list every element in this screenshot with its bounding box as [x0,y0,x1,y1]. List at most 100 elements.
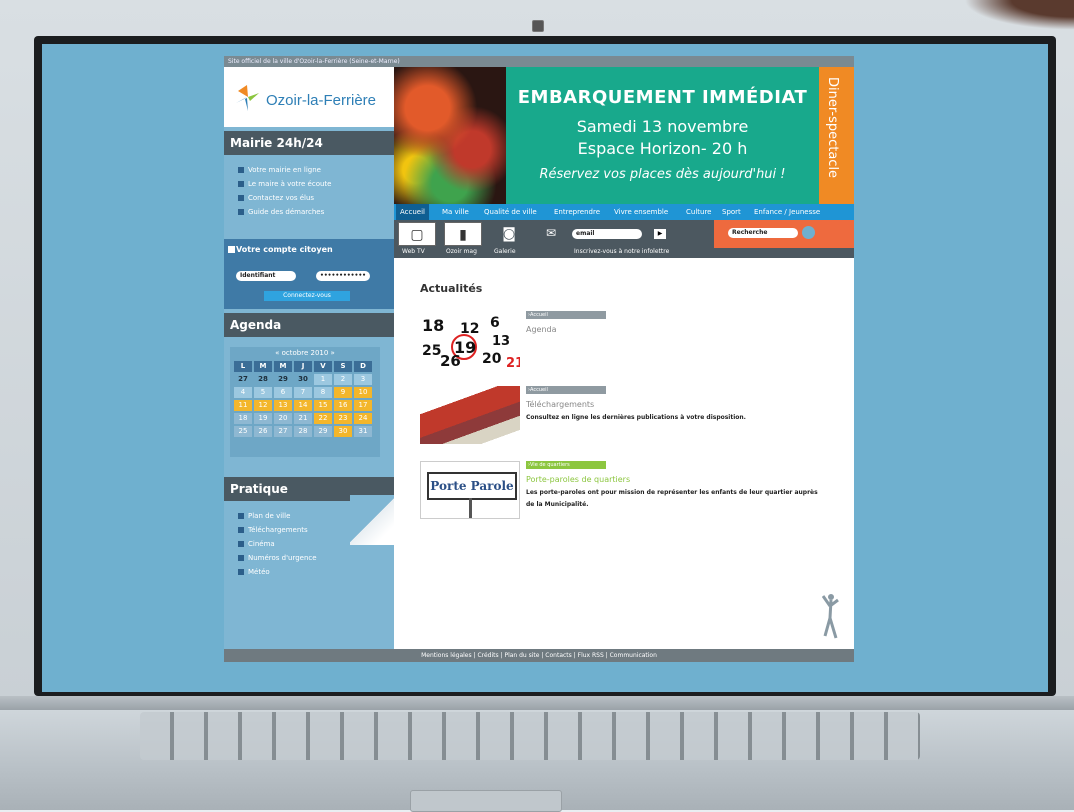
tv-icon[interactable]: ▢ [398,222,436,246]
calendar-day[interactable]: 28 [294,426,312,437]
pratique-link[interactable]: Météo [238,565,317,579]
logo-text: Ozoir-la-Ferrière [266,92,377,109]
calendar-day[interactable]: 12 [254,400,272,411]
nav-item-ma-ville[interactable]: Ma ville [442,204,469,220]
calendar-day[interactable]: 24 [354,413,372,424]
calendar-header: M [274,361,292,372]
gallery-label[interactable]: Galerie [494,248,516,255]
svg-text:6: 6 [490,315,500,331]
camera-icon [532,20,544,32]
calendar-day[interactable]: 16 [334,400,352,411]
pratique-link[interactable]: Cinéma [238,537,317,551]
calendar-day[interactable]: 11 [234,400,252,411]
calendar-day[interactable]: 30 [334,426,352,437]
calendar-day[interactable]: 13 [274,400,292,411]
calendar-header: L [234,361,252,372]
calendar-day[interactable]: 20 [274,413,292,424]
webtv-label[interactable]: Web TV [402,248,425,255]
newsletter-submit-icon[interactable]: ▶ [654,229,666,239]
nav-item-culture[interactable]: Culture [686,204,711,220]
calendar-day[interactable]: 29 [314,426,332,437]
calendar-day: 27 [238,375,248,383]
mairie-link[interactable]: Votre mairie en ligne [238,163,331,177]
calendar-day[interactable]: 26 [254,426,272,437]
calendar-day[interactable]: 2 [334,374,352,385]
pratique-links: Plan de ville Téléchargements Cinéma Num… [238,509,317,579]
calendar-day[interactable]: 23 [334,413,352,424]
nav-item-enfance[interactable]: Enfance / Jeunesse [754,204,820,220]
svg-text:13: 13 [492,334,510,349]
mairie-link[interactable]: Contactez vos élus [238,191,331,205]
news-title[interactable]: Agenda [526,325,557,334]
password-field[interactable]: •••••••••••• [316,271,370,281]
calendar-day[interactable]: 19 [254,413,272,424]
calendar-day: 29 [278,375,288,383]
calendar-day[interactable]: 7 [294,387,312,398]
calendar-day[interactable]: 18 [234,413,252,424]
news-title[interactable]: Porte-paroles de quartiers [526,475,630,484]
site-footer[interactable]: Mentions légales | Crédits | Plan du sit… [224,649,854,662]
calendar-day[interactable]: 21 [294,413,312,424]
newsletter-label: Inscrivez-vous à notre infolettre [574,248,670,255]
calendar-day[interactable]: 8 [314,387,332,398]
calendar-header: D [354,361,372,372]
mairie-link[interactable]: Le maire à votre écoute [238,177,331,191]
calendar-day[interactable]: 9 [334,387,352,398]
nav-item-accueil[interactable]: Accueil [396,204,429,220]
porte-parole-sign: Porte Parole [427,472,517,500]
svg-text:26: 26 [440,352,461,369]
calendar: « octobre 2010 » L M M J V S D 27 28 29 … [230,347,380,457]
calendar-day[interactable]: 17 [354,400,372,411]
calendar-day[interactable]: 10 [354,387,372,398]
search-go-icon[interactable] [802,226,815,239]
nav-item-sport[interactable]: Sport [722,204,741,220]
nav-item-vivre[interactable]: Vivre ensemble [614,204,668,220]
nav-item-entreprendre[interactable]: Entreprendre [554,204,600,220]
agenda-heading: Agenda [224,313,394,337]
calendar-thumbnail: 18 12 6 13 19 25 26 20 21 [420,311,524,371]
mairie-heading: Mairie 24h/24 [224,131,394,155]
calendar-day[interactable]: 22 [314,413,332,424]
calendar-day[interactable]: 14 [294,400,312,411]
email-input[interactable]: email [572,229,642,239]
event-banner[interactable]: EMBARQUEMENT IMMÉDIAT Samedi 13 novembre… [394,67,854,204]
pratique-link[interactable]: Numéros d'urgence [238,551,317,565]
sign-post [469,498,472,518]
magazine-icon[interactable]: ▮ [444,222,482,246]
site-logo[interactable]: Ozoir-la-Ferrière [224,67,394,127]
calendar-day[interactable]: 1 [314,374,332,385]
main-nav: Accueil Ma ville Qualité de ville Entrep… [394,204,854,220]
calendar-day[interactable]: 25 [234,426,252,437]
mairie-link[interactable]: Guide des démarches [238,205,331,219]
calendar-header: J [294,361,312,372]
news-title[interactable]: Téléchargements [526,400,594,409]
calendar-day[interactable]: 6 [274,387,292,398]
calendar-day[interactable]: 27 [274,426,292,437]
calendar-header: M [254,361,272,372]
connect-button[interactable]: Connectez-vous [264,291,350,301]
login-field[interactable]: Identifiant [236,271,296,281]
dancing-figure-icon [822,594,839,639]
calendar-day[interactable]: 31 [354,426,372,437]
calendar-month[interactable]: « octobre 2010 » [230,349,380,357]
news-tag[interactable]: ›Vie de quartiers [526,461,606,469]
calendar-day[interactable]: 4 [234,387,252,398]
news-heading: Actualités [420,282,483,295]
news-description: Consultez en ligne les dernières publica… [526,414,746,421]
banner-venue: Espace Horizon- 20 h [577,139,748,158]
calendar-grid: L M M J V S D 27 28 29 30 1 2 3 4 5 6 7 … [234,361,372,437]
mag-label[interactable]: Ozoir mag [446,248,477,255]
calendar-day[interactable]: 15 [314,400,332,411]
calendar-day[interactable]: 5 [254,387,272,398]
banner-date: Samedi 13 novembre [576,117,749,136]
news-tag[interactable]: ›Accueil [526,386,606,394]
site-tagline: Site officiel de la ville d'Ozoir-la-Fer… [224,56,854,67]
keyboard [140,712,920,760]
search-input[interactable]: Recherche [728,228,798,238]
camera-photo-icon[interactable]: ◙ [490,222,528,246]
pratique-link[interactable]: Téléchargements [238,523,317,537]
news-tag[interactable]: ›Accueil [526,311,606,319]
pratique-link[interactable]: Plan de ville [238,509,317,523]
calendar-day[interactable]: 3 [354,374,372,385]
nav-item-qualite[interactable]: Qualité de ville [484,204,537,220]
